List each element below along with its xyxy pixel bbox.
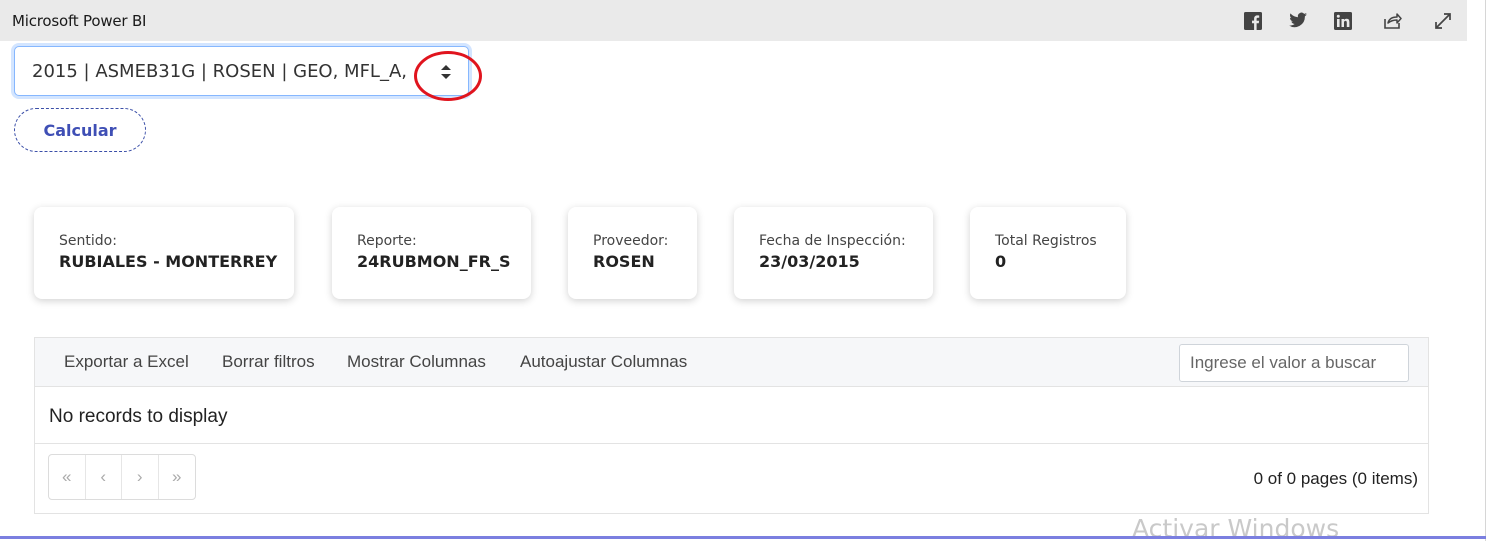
sort-arrows-icon bbox=[441, 65, 451, 79]
pager-info: 0 of 0 pages (0 items) bbox=[1253, 469, 1418, 488]
grid-divider bbox=[35, 443, 1428, 444]
export-excel-button[interactable]: Exportar a Excel bbox=[64, 352, 189, 372]
expand-icon[interactable] bbox=[1432, 10, 1454, 32]
card-value: ROSEN bbox=[593, 252, 655, 271]
card-fecha-inspeccion: Fecha de Inspección: 23/03/2015 bbox=[734, 207, 933, 299]
card-label: Proveedor: bbox=[593, 233, 669, 249]
app-title: Microsoft Power BI bbox=[12, 11, 147, 30]
prev-page-button[interactable]: ‹ bbox=[86, 455, 122, 499]
card-total-registros: Total Registros 0 bbox=[970, 207, 1126, 299]
grid-toolbar: Exportar a Excel Borrar filtros Mostrar … bbox=[35, 338, 1428, 387]
report-selector-dropdown[interactable]: 2015 | ASMEB31G | ROSEN | GEO, MFL_A, bbox=[14, 46, 469, 96]
card-proveedor: Proveedor: ROSEN bbox=[568, 207, 697, 299]
card-label: Sentido: bbox=[59, 233, 117, 249]
right-edge-divider bbox=[1485, 0, 1486, 541]
card-sentido: Sentido: RUBIALES - MONTERREY bbox=[34, 207, 294, 299]
next-page-button[interactable]: › bbox=[122, 455, 159, 499]
bottom-accent-line bbox=[0, 536, 1486, 539]
card-value: 24RUBMON_FR_S bbox=[357, 252, 511, 271]
share-icon[interactable] bbox=[1381, 9, 1403, 31]
card-value: 0 bbox=[995, 252, 1007, 271]
linkedin-icon[interactable] bbox=[1332, 10, 1354, 32]
calculate-button[interactable]: Calcular bbox=[14, 108, 146, 152]
twitter-icon[interactable] bbox=[1287, 9, 1309, 31]
grid-search-input[interactable] bbox=[1179, 344, 1409, 382]
card-label: Reporte: bbox=[357, 233, 417, 249]
last-page-button[interactable]: » bbox=[159, 455, 195, 499]
show-columns-button[interactable]: Mostrar Columnas bbox=[347, 352, 486, 372]
clear-filters-button[interactable]: Borrar filtros bbox=[222, 352, 315, 372]
card-value: RUBIALES - MONTERREY bbox=[59, 252, 278, 271]
data-grid: Exportar a Excel Borrar filtros Mostrar … bbox=[34, 337, 1429, 514]
card-label: Total Registros bbox=[995, 233, 1097, 249]
card-label: Fecha de Inspección: bbox=[759, 233, 906, 249]
facebook-icon[interactable] bbox=[1242, 10, 1264, 32]
empty-message: No records to display bbox=[49, 406, 228, 427]
autofit-columns-button[interactable]: Autoajustar Columnas bbox=[520, 352, 687, 372]
first-page-button[interactable]: « bbox=[49, 455, 86, 499]
card-value: 23/03/2015 bbox=[759, 252, 860, 271]
report-selector-value: 2015 | ASMEB31G | ROSEN | GEO, MFL_A, bbox=[32, 60, 407, 82]
pager: « ‹ › » bbox=[48, 454, 196, 500]
card-reporte: Reporte: 24RUBMON_FR_S bbox=[332, 207, 531, 299]
